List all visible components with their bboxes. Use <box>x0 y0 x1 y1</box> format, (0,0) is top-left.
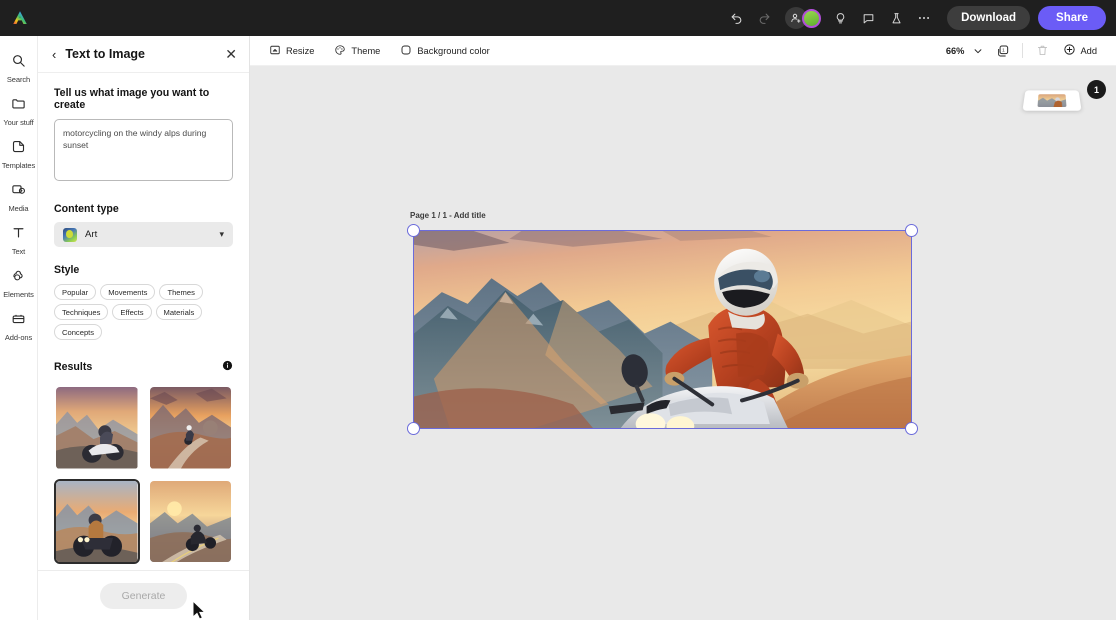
addons-icon <box>11 311 26 331</box>
theme-label: Theme <box>351 45 381 56</box>
flask-icon[interactable] <box>883 5 909 31</box>
sidebar-item-media[interactable]: Media <box>0 175 38 218</box>
document-toolbar: Resize Theme Background color 66% 1 Add <box>250 36 1116 66</box>
panel-footer: Generate <box>38 570 249 620</box>
redo-icon[interactable] <box>751 5 777 31</box>
more-options-icon[interactable] <box>911 5 937 31</box>
results-header: Results <box>54 358 233 376</box>
top-header-actions: Download Share <box>723 0 1116 36</box>
resize-button[interactable]: Resize <box>262 41 321 61</box>
templates-icon <box>11 139 26 159</box>
elements-icon <box>11 268 26 288</box>
artboard-selected-image[interactable] <box>413 230 912 429</box>
result-thumbnail-4[interactable] <box>148 479 234 565</box>
result-thumbnail-1[interactable] <box>54 385 140 471</box>
comment-icon[interactable] <box>855 5 881 31</box>
collaborators-group[interactable] <box>785 7 822 29</box>
toolbar-divider <box>1022 43 1024 58</box>
sidebar-item-text[interactable]: Text <box>0 218 38 261</box>
sidebar-item-search[interactable]: Search <box>0 46 38 89</box>
top-header-bar: Download Share <box>0 0 1116 36</box>
download-button[interactable]: Download <box>947 6 1031 30</box>
sidebar-item-add-ons[interactable]: Add-ons <box>0 304 38 347</box>
panel-body[interactable]: Tell us what image you want to create Co… <box>38 73 249 570</box>
style-chip-popular[interactable]: Popular <box>54 284 97 300</box>
lightbulb-icon[interactable] <box>827 5 853 31</box>
style-chip-effects[interactable]: Effects <box>112 304 152 320</box>
add-page-button[interactable]: Add <box>1056 40 1104 61</box>
prompt-label: Tell us what image you want to create <box>54 87 210 111</box>
content-type-select[interactable]: Art ▾ <box>54 222 233 247</box>
trash-icon[interactable] <box>1031 40 1053 62</box>
page-count-badge: 1 <box>1087 80 1106 99</box>
undo-icon[interactable] <box>723 5 749 31</box>
resize-handle-bottom-right[interactable] <box>905 422 918 435</box>
duplicate-page-icon[interactable]: 1 <box>992 40 1014 62</box>
media-icon <box>11 182 26 202</box>
sidebar-item-label: Your stuff <box>3 118 34 127</box>
sidebar-item-templates[interactable]: Templates <box>0 132 38 175</box>
chevron-down-icon: ▾ <box>219 229 224 239</box>
result-thumbnail-2[interactable] <box>148 385 234 471</box>
sidebar-item-your-stuff[interactable]: Your stuff <box>0 89 38 132</box>
results-grid <box>54 385 233 564</box>
sidebar-item-elements[interactable]: Elements <box>0 261 38 304</box>
sidebar-item-label: Media <box>8 204 29 213</box>
style-chip-techniques[interactable]: Techniques <box>54 304 109 320</box>
prompt-input[interactable] <box>54 119 233 181</box>
page-title-label[interactable]: Page 1 / 1 - Add title <box>410 211 486 220</box>
sidebar-item-label: Templates <box>1 161 36 170</box>
page-title: Text to Image <box>65 47 145 61</box>
sidebar-item-label: Text <box>11 247 26 256</box>
document-toolbar-right: 66% 1 Add <box>946 40 1104 62</box>
adobe-express-logo[interactable] <box>0 9 40 27</box>
avatar[interactable] <box>802 8 822 28</box>
style-chip-list: Popular Movements Themes Techniques Effe… <box>54 284 233 340</box>
resize-handle-bottom-left[interactable] <box>407 422 420 435</box>
style-chip-materials[interactable]: Materials <box>155 304 203 320</box>
theme-palette-icon <box>334 44 346 58</box>
style-chip-movements[interactable]: Movements <box>100 284 156 300</box>
zoom-level[interactable]: 66% <box>946 46 965 56</box>
results-label: Results <box>54 361 93 373</box>
generate-button[interactable]: Generate <box>99 582 188 609</box>
art-thumbnail-icon <box>63 227 77 242</box>
text-icon <box>11 225 26 245</box>
plus-circle-icon <box>1063 43 1076 58</box>
folder-icon <box>11 96 26 116</box>
sidebar-item-label: Add-ons <box>4 333 33 342</box>
style-chip-concepts[interactable]: Concepts <box>54 324 103 340</box>
add-label: Add <box>1080 45 1097 56</box>
background-color-label: Background color <box>417 45 490 56</box>
canvas-area[interactable]: 1 Page 1 / 1 - Add title <box>250 66 1116 620</box>
content-type-value: Art <box>85 229 98 240</box>
page-thumbnail-card[interactable] <box>1022 90 1082 111</box>
resize-icon <box>269 44 281 58</box>
content-type-label: Content type <box>54 203 119 215</box>
left-rail: Search Your stuff Templates Media Text E… <box>0 36 38 620</box>
text-to-image-panel: ‹ Text to Image ✕ Tell us what image you… <box>38 36 250 620</box>
resize-handle-top-right[interactable] <box>905 224 918 237</box>
share-button[interactable]: Share <box>1038 6 1106 30</box>
style-label: Style <box>54 264 80 276</box>
chevron-down-icon[interactable] <box>967 40 989 62</box>
svg-text:1: 1 <box>1003 47 1006 52</box>
info-icon[interactable] <box>222 358 233 376</box>
sidebar-item-label: Search <box>6 75 31 84</box>
background-color-icon <box>400 44 412 58</box>
style-chip-themes[interactable]: Themes <box>159 284 203 300</box>
search-icon <box>11 53 26 73</box>
resize-handle-top-left[interactable] <box>407 224 420 237</box>
result-thumbnail-3[interactable] <box>54 478 140 564</box>
close-icon[interactable]: ✕ <box>225 47 237 61</box>
background-color-button[interactable]: Background color <box>393 41 496 61</box>
resize-label: Resize <box>286 45 315 56</box>
theme-button[interactable]: Theme <box>327 41 387 61</box>
chevron-left-icon[interactable]: ‹ <box>52 48 56 61</box>
sidebar-item-label: Elements <box>3 290 34 299</box>
page-thumbnail-preview <box>1037 93 1067 107</box>
panel-header: ‹ Text to Image ✕ <box>38 36 249 73</box>
